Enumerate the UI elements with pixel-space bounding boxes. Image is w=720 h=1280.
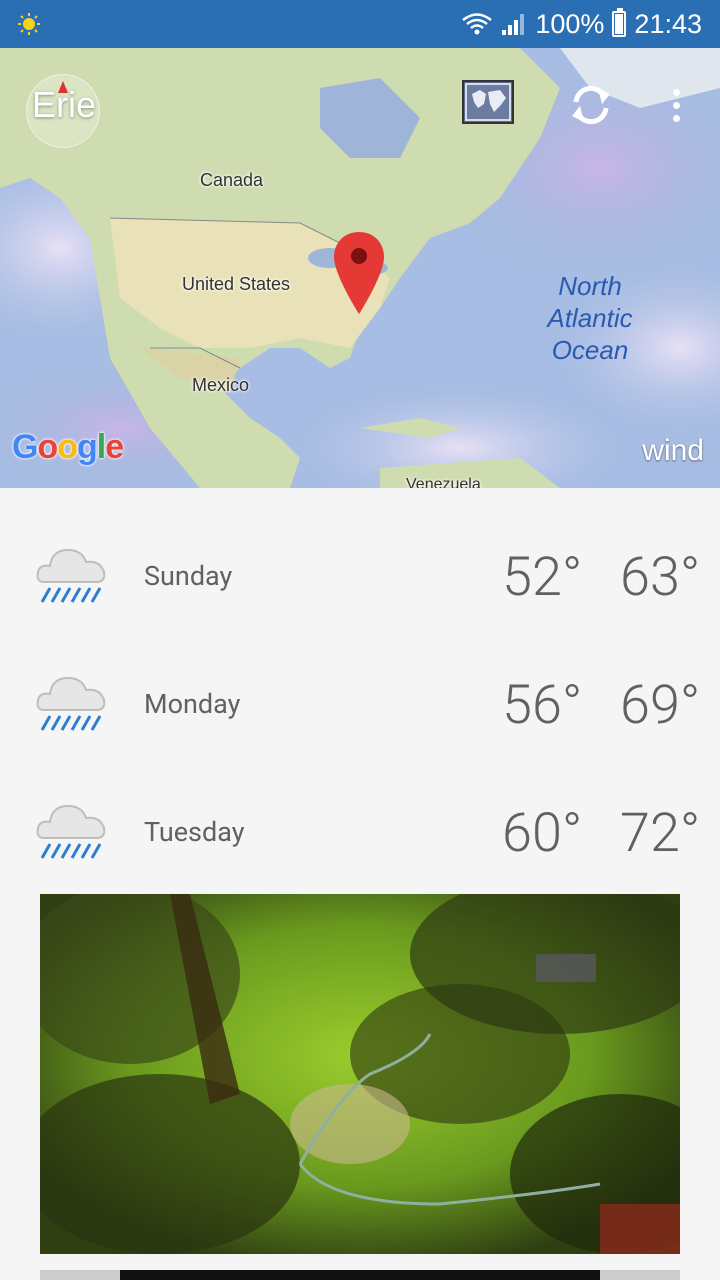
- refresh-icon[interactable]: [566, 80, 616, 130]
- temp-low: 60°: [502, 802, 583, 865]
- day-name: Monday: [144, 688, 241, 720]
- temp-high: 63°: [620, 546, 701, 609]
- map-layer-label[interactable]: wind: [642, 434, 704, 468]
- rain-cloud-icon: [36, 548, 106, 603]
- temp-low: 52°: [502, 546, 583, 609]
- temp-high: 72°: [620, 802, 701, 865]
- battery-percent: 100%: [535, 8, 605, 39]
- ocean-label-line-3: Ocean: [551, 335, 629, 365]
- google-logo: Google: [12, 428, 124, 466]
- map-label-canada: Canada: [200, 170, 264, 190]
- map-label-united-states: United States: [182, 274, 291, 294]
- wifi-icon: [462, 13, 493, 35]
- location-pin-icon[interactable]: [332, 230, 386, 316]
- background-photo[interactable]: [40, 894, 680, 1254]
- ocean-label-line-2: Atlantic: [547, 303, 633, 333]
- status-bar: 100% 21:43: [0, 0, 720, 48]
- day-name: Tuesday: [144, 816, 245, 848]
- signal-icon: [502, 14, 525, 35]
- temp-low: 56°: [502, 674, 583, 737]
- rain-cloud-icon: [36, 804, 106, 859]
- forecast-row[interactable]: Monday 56° 69°: [0, 616, 720, 744]
- overflow-menu-icon[interactable]: [664, 80, 688, 130]
- map-label-ocean: North Atlantic Ocean: [540, 270, 640, 366]
- map-label-venezuela: Venezuela: [406, 476, 481, 488]
- map-layers-icon[interactable]: [462, 80, 514, 124]
- rain-cloud-icon: [36, 676, 106, 731]
- forecast-row[interactable]: Tuesday 60° 72°: [0, 744, 720, 872]
- battery-icon: [612, 8, 627, 37]
- ocean-label-line-1: North: [558, 271, 622, 301]
- forecast-row[interactable]: Sunday 52° 63°: [0, 488, 720, 616]
- weather-sun-icon: [18, 13, 40, 35]
- clock: 21:43: [634, 8, 702, 39]
- day-name: Sunday: [144, 560, 233, 592]
- world-map-icon: [465, 83, 511, 121]
- aerial-yard-photo: [40, 894, 680, 1254]
- map-label-mexico: Mexico: [192, 375, 250, 395]
- next-card-preview[interactable]: [40, 1270, 680, 1280]
- temp-high: 69°: [620, 674, 701, 737]
- location-name[interactable]: Erie: [32, 84, 96, 126]
